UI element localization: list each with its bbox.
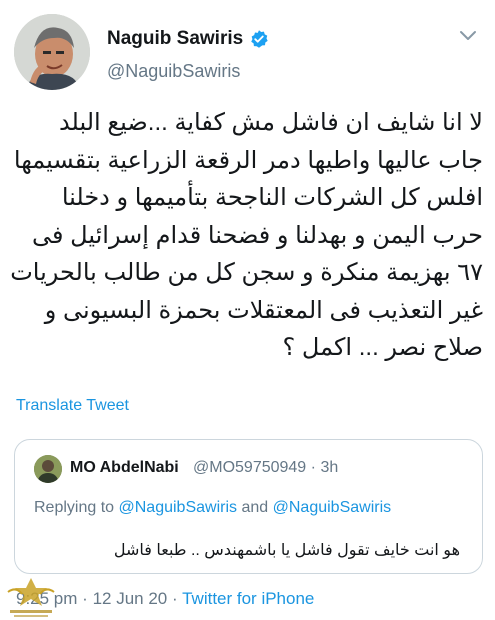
tweet-line: حرب اليمن و بهدلنا و فضحنا قدام إسرائيل … — [32, 221, 483, 249]
meta-separator: · — [172, 589, 178, 608]
translate-tweet-link[interactable]: Translate Tweet — [16, 397, 129, 415]
mention-link[interactable]: @NaguibSawiris — [119, 499, 238, 516]
quoted-author-meta: @MO59750949 · 3h — [193, 459, 338, 477]
author-avatar-image — [14, 14, 90, 90]
mention-link[interactable]: @NaguibSawiris — [273, 499, 392, 516]
quoted-tweet-card[interactable]: MO AbdelNabi @MO59750949 · 3h Replying t… — [14, 439, 483, 574]
tweet-line: غير التعذيب فى المعتقلات بحمزة البسيونى … — [44, 296, 483, 324]
tweet-meta: 9:25 pm · 12 Jun 20 · Twitter for iPhone — [16, 589, 314, 609]
tweet-text: لا انا شايف ان فاشل مش كفاية ...ضيع البل… — [10, 104, 483, 367]
meta-separator: · — [310, 459, 316, 476]
author-name-row[interactable]: Naguib Sawiris — [107, 28, 269, 50]
replying-to-and: and — [241, 499, 269, 516]
watermark-logo — [7, 578, 55, 617]
author-handle[interactable]: @NaguibSawiris — [107, 61, 240, 82]
tweet-date[interactable]: 12 Jun 20 — [93, 589, 168, 608]
quoted-timestamp[interactable]: 3h — [320, 459, 338, 476]
tweet-line: صلاح نصر ... اكمل ؟ — [282, 334, 483, 361]
quoted-author-avatar[interactable] — [34, 455, 62, 483]
chevron-down-icon[interactable] — [459, 30, 477, 42]
quoted-author-handle[interactable]: @MO59750949 — [193, 459, 306, 476]
author-name[interactable]: Naguib Sawiris — [107, 28, 243, 50]
quoted-avatar-image — [34, 455, 62, 483]
replying-to-label: Replying to — [34, 499, 115, 516]
tweet-line: ٦٧ بهزيمة منكرة و سجن كل من طالب بالحريا… — [10, 259, 483, 286]
quoted-author-name[interactable]: MO AbdelNabi — [70, 459, 179, 477]
author-avatar[interactable] — [14, 14, 90, 90]
tweet-line: جاب عاليها واطيها دمر الرقعة الزراعية بت… — [13, 146, 483, 174]
meta-separator: · — [82, 589, 88, 608]
tweet-source-link[interactable]: Twitter for iPhone — [182, 589, 314, 608]
replying-to-line: Replying to @NaguibSawiris and @NaguibSa… — [34, 499, 391, 517]
verified-badge-icon — [251, 30, 268, 48]
tweet-line: افلس كل الشركات الناجحة بتأميمها و دخلنا — [61, 184, 483, 211]
tweet-line: لا انا شايف ان فاشل مش كفاية ...ضيع البل… — [58, 109, 483, 136]
quoted-tweet-text: هو انت خايف تقول فاشل يا باشمهندس .. طبع… — [113, 542, 460, 559]
